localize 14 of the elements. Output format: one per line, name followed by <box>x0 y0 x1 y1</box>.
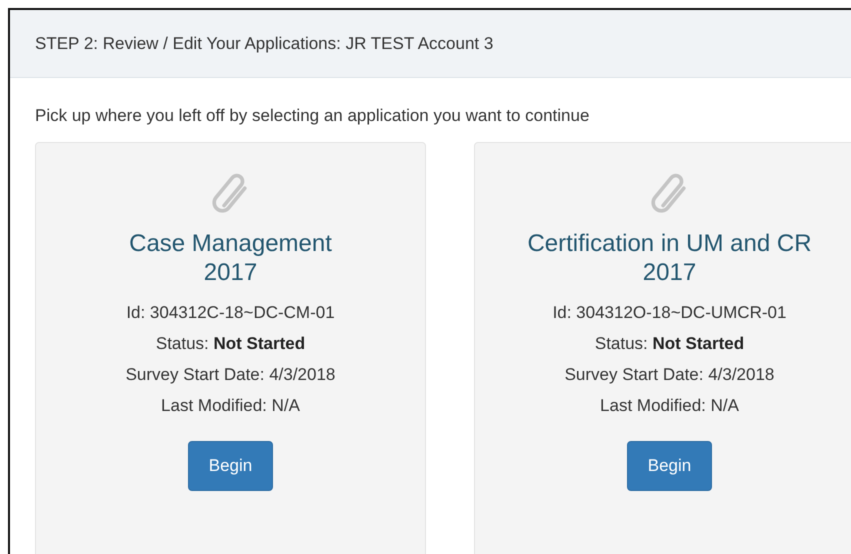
intro-text: Pick up where you left off by selecting an application you want to continue <box>35 106 590 126</box>
application-id: Id: 304312C-18~DC-CM-01 <box>126 302 335 324</box>
application-id: Id: 304312O-18~DC-UMCR-01 <box>552 302 786 324</box>
application-status: Status: Not Started <box>156 333 306 355</box>
last-modified: Last Modified: N/A <box>161 395 300 417</box>
begin-button[interactable]: Begin <box>188 441 274 491</box>
application-title: Case Management 2017 <box>129 229 332 287</box>
panel-heading: STEP 2: Review / Edit Your Applications: JR TEST Account 3 <box>35 34 494 54</box>
application-status: Status: Not Started <box>594 333 744 355</box>
application-title: Certification in UM and CR 2017 <box>527 229 812 287</box>
survey-start-date: Survey Start Date: 4/3/2018 <box>126 364 336 386</box>
last-modified: Last Modified: N/A <box>600 395 739 417</box>
survey-start-date: Survey Start Date: 4/3/2018 <box>564 364 774 386</box>
begin-button[interactable]: Begin <box>626 441 712 491</box>
